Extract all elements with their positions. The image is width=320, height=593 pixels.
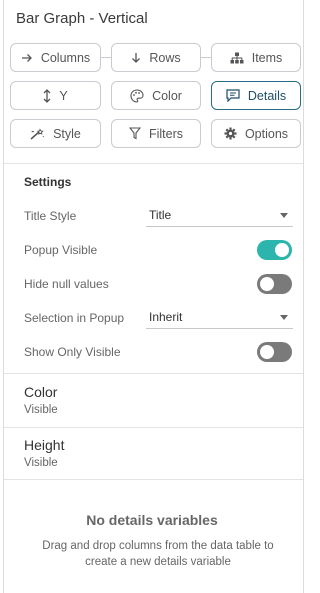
empty-state-description: Drag and drop columns from the data tabl… [42, 540, 274, 568]
variable-name: Color [24, 384, 58, 400]
tab-label: Options [244, 126, 289, 141]
variable-name: Height [24, 437, 65, 453]
divider [4, 163, 303, 164]
filter-icon [128, 127, 141, 140]
show-only-visible-toggle[interactable] [257, 342, 292, 362]
gear-icon [224, 127, 237, 140]
selection-in-popup-select[interactable]: Inherit [146, 307, 293, 329]
tab-label: Color [152, 88, 182, 103]
comment-icon [226, 89, 240, 102]
panel-title: Bar Graph - Vertical [16, 10, 148, 27]
variable-status: Visible [24, 457, 58, 469]
popup-visible-toggle[interactable] [257, 240, 292, 260]
caret-down-icon [280, 213, 288, 218]
divider [4, 373, 303, 374]
arrow-right-icon [21, 53, 33, 63]
settings-heading: Settings [24, 175, 72, 189]
vertical-arrows-icon [43, 88, 51, 103]
title-style-label: Title Style [24, 209, 77, 223]
palette-icon [130, 88, 144, 103]
tab-label: Rows [149, 50, 181, 65]
tab-label: Y [59, 88, 68, 103]
title-style-select[interactable]: Title [146, 205, 293, 227]
tab-style[interactable]: Style [10, 119, 101, 148]
toggle-knob [260, 277, 274, 291]
tab-label: Filters [148, 126, 184, 141]
selection-in-popup-label: Selection in Popup [24, 311, 125, 325]
tab-label: Style [53, 126, 81, 141]
tab-filters[interactable]: Filters [111, 119, 201, 148]
divider [4, 427, 303, 428]
arrow-down-icon [131, 52, 141, 64]
divider [4, 479, 303, 480]
show-only-visible-label: Show Only Visible [24, 345, 121, 359]
hide-null-label: Hide null values [24, 277, 109, 291]
toggle-knob [275, 243, 289, 257]
hierarchy-icon [230, 52, 244, 64]
tab-y[interactable]: Y [10, 81, 101, 110]
tab-label: Details [247, 88, 287, 103]
selection-in-popup-value: Inherit [149, 310, 183, 324]
tab-connector [101, 57, 111, 58]
tab-label: Columns [40, 50, 91, 65]
popup-visible-label: Popup Visible [24, 243, 98, 257]
tab-label: Items [251, 50, 283, 65]
toggle-knob [260, 345, 274, 359]
tab-options[interactable]: Options [211, 119, 301, 148]
hide-null-toggle[interactable] [257, 274, 292, 294]
tab-connector [201, 57, 211, 58]
tab-items[interactable]: Items [211, 43, 301, 72]
caret-down-icon [280, 315, 288, 320]
tab-details[interactable]: Details [211, 81, 301, 110]
tab-columns[interactable]: Columns [10, 43, 101, 72]
magic-wand-icon [30, 127, 45, 140]
empty-state-title: No details variables [86, 512, 218, 528]
tab-rows[interactable]: Rows [111, 43, 201, 72]
title-style-value: Title [149, 208, 172, 222]
variable-status: Visible [24, 404, 58, 416]
tab-color[interactable]: Color [111, 81, 201, 110]
details-panel: Bar Graph - Vertical Columns Rows Items … [3, 0, 304, 593]
